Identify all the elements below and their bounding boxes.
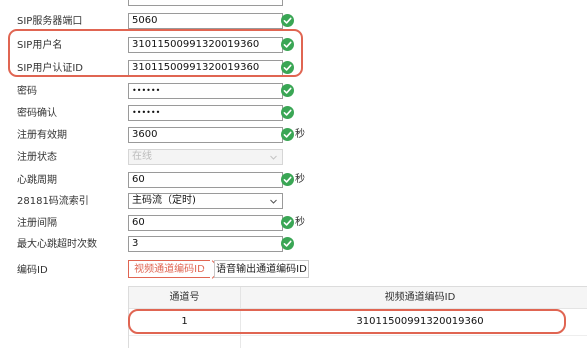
heartbeat-period-label: 心跳周期 bbox=[17, 175, 57, 186]
chevron-down-icon bbox=[270, 155, 277, 160]
check-circle-icon bbox=[281, 106, 294, 119]
stream-index-label: 28181码流索引 bbox=[17, 196, 89, 207]
heartbeat-period-unit: 秒 bbox=[295, 174, 305, 185]
register-status-select: 在线 bbox=[128, 149, 283, 165]
register-interval-input[interactable]: 60 bbox=[128, 215, 283, 231]
check-circle-icon bbox=[281, 173, 294, 186]
password-label: 密码 bbox=[17, 86, 37, 97]
annotation-highlight-sip-credentials bbox=[8, 29, 303, 77]
register-validity-input[interactable]: 3600 bbox=[128, 127, 283, 143]
password-confirm-input[interactable]: •••••• bbox=[128, 105, 283, 121]
check-circle-icon bbox=[281, 216, 294, 229]
check-circle-icon bbox=[281, 128, 294, 141]
chevron-down-icon bbox=[270, 199, 277, 204]
sip-settings-page: SIP服务器端口 5060 SIP用户名 3101150099132001936… bbox=[0, 0, 587, 348]
tab-audio-output-channel-encoding-id[interactable]: 语音输出通道编码ID bbox=[214, 260, 309, 278]
max-heartbeat-timeouts-input[interactable]: 3 bbox=[128, 236, 283, 252]
table-column-divider bbox=[240, 335, 241, 348]
tab-video-channel-encoding-id[interactable]: 视频通道编码ID bbox=[128, 260, 210, 278]
register-validity-unit: 秒 bbox=[295, 129, 305, 140]
password-confirm-label: 密码确认 bbox=[17, 108, 57, 119]
table-header-channel: 通道号 bbox=[129, 287, 241, 309]
check-circle-icon bbox=[281, 237, 294, 250]
encoding-id-label: 编码ID bbox=[17, 265, 48, 276]
sip-server-port-label: SIP服务器端口 bbox=[17, 16, 83, 27]
register-status-label: 注册状态 bbox=[17, 152, 57, 163]
annotation-highlight-encoding-row bbox=[128, 309, 566, 334]
register-interval-unit: 秒 bbox=[295, 217, 305, 228]
sip-server-port-input[interactable]: 5060 bbox=[128, 13, 283, 29]
heartbeat-period-input[interactable]: 60 bbox=[128, 172, 283, 188]
stream-index-select[interactable]: 主码流（定时) bbox=[128, 193, 283, 209]
password-input[interactable]: •••••• bbox=[128, 83, 283, 99]
table-header-video-channel-encoding-id: 视频通道编码ID bbox=[241, 287, 587, 309]
previous-field-partial[interactable] bbox=[128, 0, 283, 6]
check-circle-icon bbox=[281, 14, 294, 27]
register-interval-label: 注册间隔 bbox=[17, 218, 57, 229]
table-row-divider bbox=[129, 335, 587, 336]
max-heartbeat-timeouts-label: 最大心跳超时次数 bbox=[17, 239, 97, 250]
register-validity-label: 注册有效期 bbox=[17, 130, 67, 141]
check-circle-icon bbox=[281, 84, 294, 97]
